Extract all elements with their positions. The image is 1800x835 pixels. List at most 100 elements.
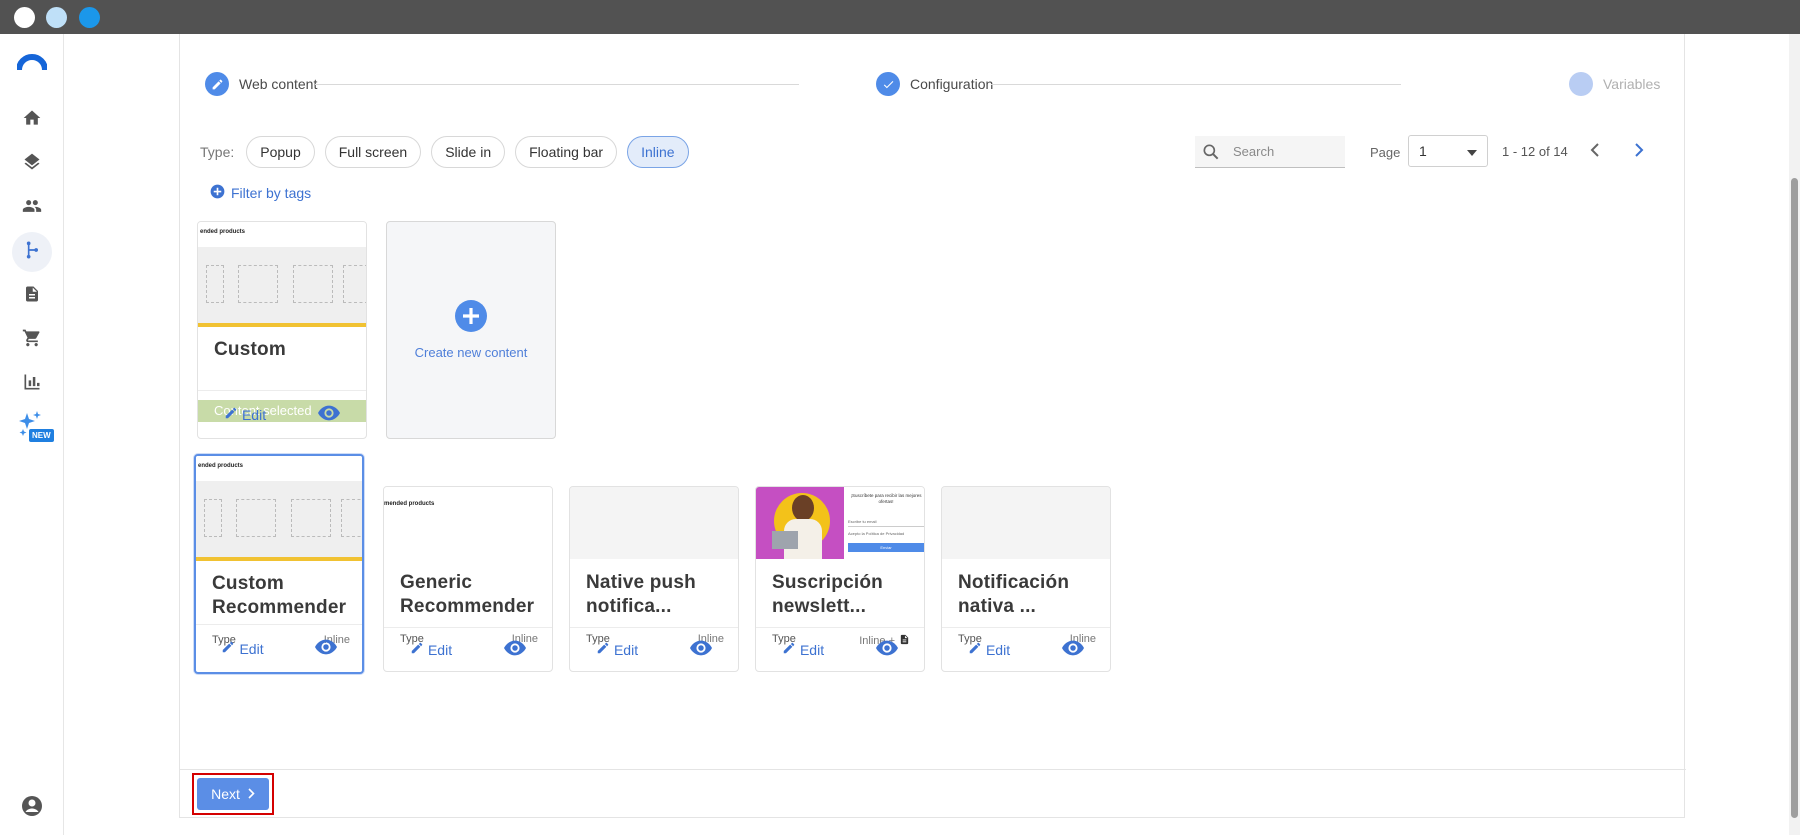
recommender-thumbnail: ended products	[198, 222, 366, 327]
type-filter-bar: Type: Popup Full screen Slide in Floatin…	[200, 136, 689, 168]
pencil-icon	[968, 641, 982, 658]
thumb-heading: ended products	[198, 463, 244, 469]
new-badge: NEW	[29, 429, 54, 442]
search-field[interactable]	[1195, 136, 1345, 168]
newsletter-email-field: Escribe tu email	[848, 519, 924, 527]
chip-inline[interactable]: Inline	[627, 136, 689, 168]
sidebar-item-reports[interactable]	[12, 364, 52, 404]
edit-label: Edit	[241, 406, 267, 423]
close-window-dot[interactable]	[14, 7, 35, 28]
sidebar: NEW	[0, 34, 64, 835]
chip-slide-in[interactable]: Slide in	[431, 136, 506, 168]
eye-icon[interactable]	[314, 639, 337, 658]
next-label: Next	[211, 786, 240, 802]
chip-popup[interactable]: Popup	[246, 136, 315, 168]
eye-icon[interactable]	[504, 640, 527, 659]
content-card[interactable]: ended products Custom Recommender Type I…	[194, 454, 364, 674]
sidebar-item-flows[interactable]	[12, 232, 52, 272]
next-button[interactable]: Next	[197, 778, 269, 810]
edit-label: Edit	[427, 641, 453, 658]
card-title: Custom Recommender	[214, 339, 286, 360]
next-page-button[interactable]	[1627, 140, 1651, 164]
eye-icon[interactable]	[318, 405, 341, 424]
pencil-icon	[221, 640, 235, 657]
step-configuration[interactable]: Configuration	[876, 72, 993, 96]
card-actions: Edit	[756, 627, 924, 671]
eye-icon[interactable]	[1062, 640, 1085, 659]
home-icon	[22, 108, 42, 133]
newsletter-thumbnail: ¡Suscríbete para recibir las mejores ofe…	[756, 487, 924, 559]
stepper: Web content Configuration Variables	[180, 34, 1686, 106]
scrollbar[interactable]	[1789, 34, 1800, 835]
edit-button[interactable]: Edit	[410, 641, 452, 658]
content-card[interactable]: Native push notifica... Type Inline Edit	[569, 486, 739, 672]
card-title: Custom Recommender	[212, 573, 347, 618]
card-title: Native push notifica...	[586, 572, 696, 617]
pencil-icon	[782, 641, 796, 658]
content-card[interactable]: ¡Suscríbete para recibir las mejores ofe…	[755, 486, 925, 672]
sidebar-item-people[interactable]	[12, 188, 52, 228]
edit-button[interactable]: Edit	[221, 640, 264, 657]
page-select[interactable]: 1	[1408, 135, 1488, 167]
card-actions: Edit	[570, 627, 738, 671]
edit-button[interactable]: Edit	[782, 641, 824, 658]
step-connector	[991, 84, 1401, 85]
content-card[interactable]: Notificación nativa ... Type Inline Edit	[941, 486, 1111, 672]
sidebar-item-documents[interactable]	[12, 276, 52, 316]
cart-icon	[22, 328, 42, 353]
page-range: 1 - 12 of 14	[1502, 144, 1568, 159]
chip-full-screen[interactable]: Full screen	[324, 136, 422, 168]
document-icon	[23, 284, 41, 309]
chip-floating-bar[interactable]: Floating bar	[515, 136, 618, 168]
pending-step-icon	[1569, 72, 1593, 96]
edit-button[interactable]: Edit	[968, 641, 1010, 658]
thumb-heading: mended products	[384, 501, 435, 507]
page-label: Page	[1370, 145, 1401, 160]
step-variables: Variables	[1569, 72, 1660, 96]
edit-label: Edit	[613, 641, 639, 658]
check-step-icon	[876, 72, 900, 96]
step-label: Web content	[239, 76, 318, 92]
eye-icon[interactable]	[690, 640, 713, 659]
type-label: Type:	[200, 144, 235, 160]
step-label: Configuration	[910, 76, 994, 92]
scrollbar-thumb[interactable]	[1791, 178, 1798, 818]
chevron-right-icon	[1634, 142, 1644, 162]
layers-icon	[22, 152, 42, 177]
blank-thumbnail	[942, 487, 1110, 559]
selected-content-card[interactable]: ended products Custom Recommender Conten…	[197, 221, 367, 439]
sidebar-item-ai-new[interactable]: NEW	[12, 408, 54, 448]
footer-bar	[180, 769, 1686, 818]
card-actions: Edit	[384, 627, 552, 671]
card-actions: Edit	[196, 624, 362, 672]
add-circle-icon	[455, 300, 487, 335]
thumb-heading: ended products	[200, 229, 246, 235]
step-connector	[315, 84, 799, 85]
prev-page-button[interactable]	[1583, 140, 1607, 164]
chevron-right-icon	[248, 786, 255, 802]
minimize-window-dot[interactable]	[46, 7, 67, 28]
create-new-content-card[interactable]: Create new content	[386, 221, 556, 439]
woman-photo-image	[756, 487, 844, 559]
newsletter-submit: Enviar	[848, 543, 924, 552]
search-input[interactable]	[1233, 144, 1333, 159]
edit-label: Edit	[985, 641, 1011, 658]
maximize-window-dot[interactable]	[79, 7, 100, 28]
card-title: Suscripción newslett...	[772, 572, 883, 617]
edit-button[interactable]: Edit	[224, 406, 266, 423]
step-web-content[interactable]: Web content	[205, 72, 317, 96]
account-icon[interactable]	[20, 794, 44, 818]
eye-icon[interactable]	[876, 640, 899, 659]
sidebar-item-cart[interactable]	[12, 320, 52, 360]
logo-icon[interactable]	[16, 52, 48, 72]
filter-by-tags-button[interactable]: Filter by tags	[210, 184, 311, 202]
window-titlebar	[0, 0, 1800, 34]
sidebar-item-home[interactable]	[12, 100, 52, 140]
card-actions: Edit	[942, 627, 1110, 671]
edit-button[interactable]: Edit	[596, 641, 638, 658]
sidebar-item-layers[interactable]	[12, 144, 52, 184]
page-select-value: 1	[1419, 143, 1427, 159]
blank-thumbnail	[570, 487, 738, 559]
content-card[interactable]: mended products Generic Recommender Type…	[383, 486, 553, 672]
newsletter-heading: ¡Suscríbete para recibir las mejores ofe…	[850, 493, 922, 504]
